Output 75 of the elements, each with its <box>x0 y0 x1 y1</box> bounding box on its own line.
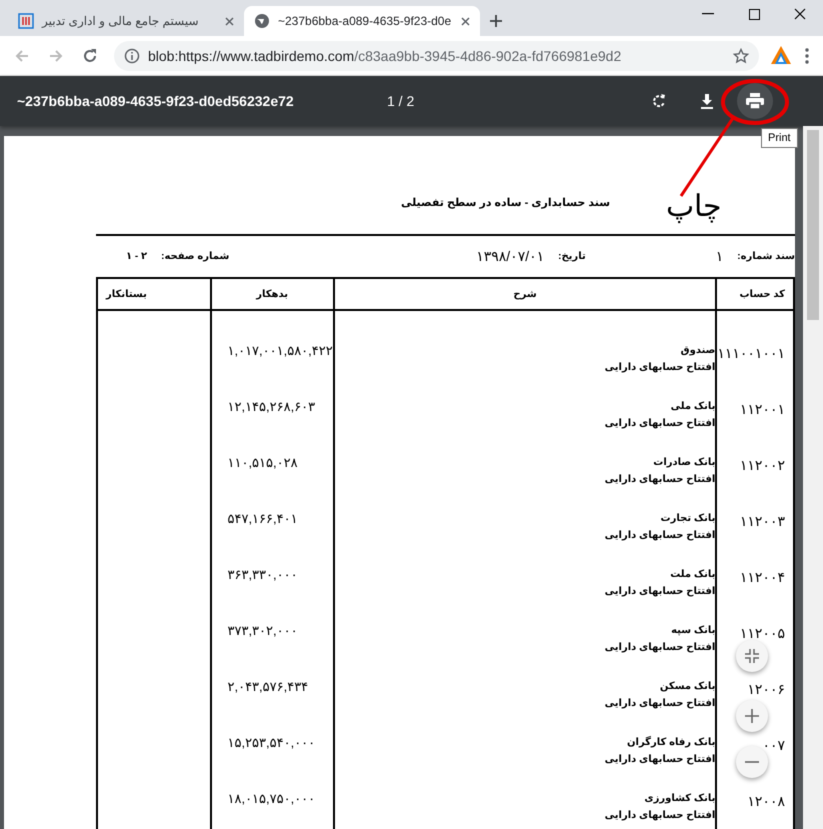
browser-tab[interactable]: ~237b6bba-a089-4635-9f23-d0e <box>244 6 480 36</box>
account-name: بانک کشاورزی <box>644 793 716 804</box>
print-button[interactable] <box>737 83 773 119</box>
browser-tab[interactable]: سیستم جامع مالی و اداری تدبیر <box>8 6 244 36</box>
account-code: ۱۱۱۰۰۱۰۰۱ <box>717 345 785 361</box>
tooltip: Print <box>761 128 798 148</box>
close-tab-icon[interactable] <box>225 16 234 26</box>
new-tab-icon[interactable] <box>490 15 502 27</box>
scrollbar-thumb[interactable] <box>807 130 819 320</box>
minimize-icon[interactable] <box>702 13 714 15</box>
tab-title: ~237b6bba-a089-4635-9f23-d0e <box>278 14 452 28</box>
debit-amount: ۳۷۳,۳۰۲,۰۰۰ <box>228 623 298 639</box>
account-code: ۱۲۰۰۶ <box>747 681 785 697</box>
reload-icon[interactable] <box>82 48 98 64</box>
account-code: ۱۱۲۰۰۲ <box>740 457 785 473</box>
debit-amount: ۱۵,۲۵۳,۵۴۰,۰۰۰ <box>228 735 316 751</box>
column-header: شرح <box>334 278 716 310</box>
account-name: بانک مسکن <box>660 681 716 692</box>
row-description: افتتاح حسابهای دارایی <box>604 586 716 597</box>
annotation-text: چاپ <box>666 188 722 224</box>
row-description: افتتاح حسابهای دارایی <box>604 530 716 541</box>
voucher-number: ۱ <box>716 248 724 265</box>
voucher-date: ۱۳۹۸/۰۷/۰۱ <box>476 248 544 265</box>
account-code: ۱۲۰۰۸ <box>747 793 785 809</box>
app-logo-icon <box>18 13 34 29</box>
account-name: بانک سپه <box>671 625 716 636</box>
row-description: افتتاح حسابهای دارایی <box>604 810 716 821</box>
account-name: بانک صادرات <box>653 457 716 468</box>
file-name: ~237b6bba-a089-4635-9f23-d0ed56232e72 <box>17 93 295 109</box>
account-code: ۱۱۲۰۰۴ <box>740 569 785 585</box>
debit-amount: ۱۱۰,۵۱۵,۰۲۸ <box>228 455 298 471</box>
address-bar[interactable]: blob:https://www.tadbirdemo.com/c83aa9bb-3945-4d86-902a-fd766981e9d2 <box>114 40 759 70</box>
account-code: ۱۱۲۰۰۵ <box>740 625 785 641</box>
debit-amount: ۱,۰۱۷,۰۰۱,۵۸۰,۴۲۲ <box>228 343 333 359</box>
debit-amount: ۲,۰۴۳,۵۷۶,۴۳۴ <box>228 679 308 695</box>
row-description: افتتاح حسابهای دارایی <box>604 698 716 709</box>
page-label: شماره صفحه: <box>161 251 230 262</box>
date-label: تاریخ: <box>558 251 586 262</box>
printer-icon <box>746 93 764 109</box>
row-description: افتتاح حسابهای دارایی <box>604 642 716 653</box>
page-indicator: 1 / 2 <box>387 93 414 109</box>
account-code: ۰۰۷ <box>762 737 785 753</box>
close-tab-icon[interactable] <box>461 16 470 26</box>
account-code: ۱۱۲۰۰۳ <box>740 513 785 529</box>
account-name: بانک ملی <box>670 401 716 412</box>
minus-icon <box>745 761 759 763</box>
star-icon[interactable] <box>733 48 749 64</box>
debit-amount: ۱۸,۰۱۵,۷۵۰,۰۰۰ <box>228 791 316 807</box>
collapse-icon <box>745 649 759 663</box>
account-code: ۱۱۲۰۰۱ <box>740 401 785 417</box>
account-name: بانک تجارت <box>660 513 716 524</box>
rotate-icon[interactable] <box>651 93 667 109</box>
debit-amount: ۵۴۷,۱۶۶,۴۰۱ <box>228 511 298 527</box>
info-icon[interactable] <box>124 48 140 64</box>
row-description: افتتاح حسابهای دارایی <box>604 474 716 485</box>
document-title: سند حسابداری - ساده در سطح تفصیلی <box>400 197 610 209</box>
column-header: بدهکار <box>210 278 334 310</box>
account-name: بانک رفاه کارگران <box>627 737 716 748</box>
tab-title: سیستم جامع مالی و اداری تدبیر <box>42 14 199 28</box>
row-description: افتتاح حسابهای دارایی <box>604 362 716 373</box>
column-header: بستانکار <box>97 278 210 310</box>
plus-icon <box>745 709 759 723</box>
account-name: صندوق <box>680 345 716 356</box>
debit-amount: ۳۶۳,۳۳۰,۰۰۰ <box>228 567 298 583</box>
row-description: افتتاح حسابهای دارایی <box>604 754 716 765</box>
download-icon[interactable] <box>699 93 715 109</box>
page-number: ۲ - ۱ <box>126 251 148 262</box>
voucher-label: سند شماره: <box>737 251 795 262</box>
maximize-icon[interactable] <box>748 8 760 20</box>
account-name: بانک ملت <box>670 569 716 580</box>
highlight-circle <box>720 78 790 126</box>
column-header: کد حساب <box>716 278 794 310</box>
close-icon[interactable] <box>794 8 806 20</box>
row-description: افتتاح حسابهای دارایی <box>604 418 716 429</box>
debit-amount: ۱۲,۱۴۵,۲۶۸,۶۰۳ <box>228 399 316 415</box>
